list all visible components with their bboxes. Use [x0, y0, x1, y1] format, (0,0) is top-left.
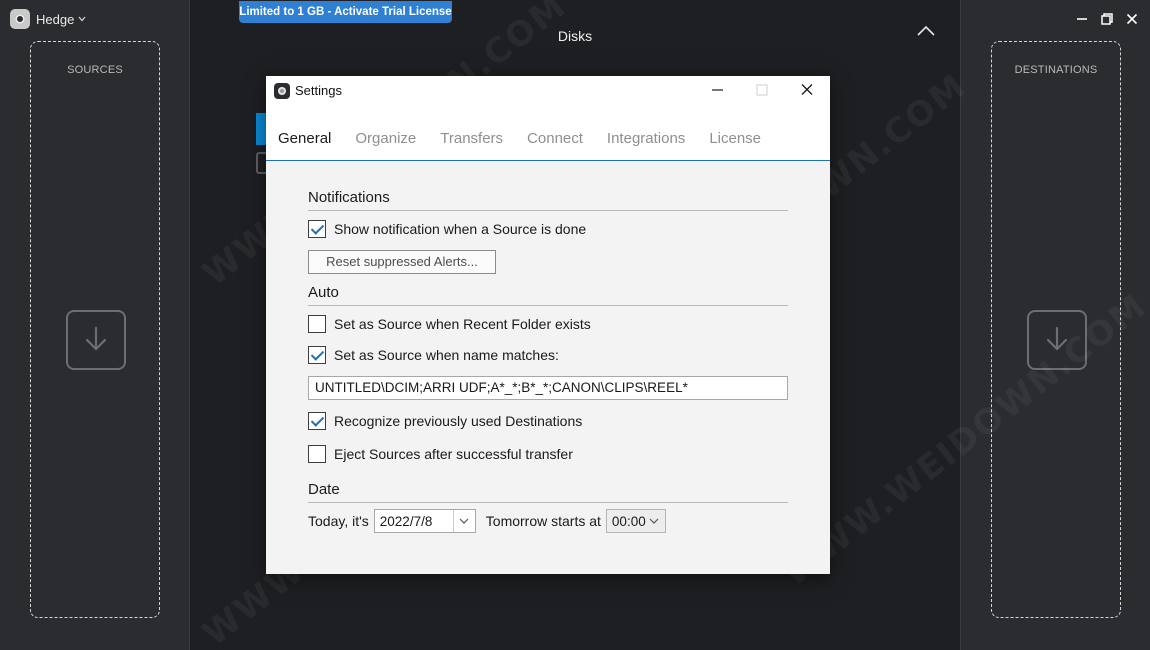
sources-panel: Hedge SOURCES [0, 0, 190, 650]
chevron-down-icon [78, 14, 86, 25]
close-icon[interactable] [1124, 11, 1140, 27]
today-date-picker[interactable]: 2022/7/8 [373, 509, 476, 533]
destinations-panel: DESTINATIONS [960, 0, 1150, 650]
destinations-label: DESTINATIONS [1014, 64, 1098, 76]
recent-folder-label: Set as Source when Recent Folder exists [334, 316, 591, 332]
tab-organize[interactable]: Organize [355, 116, 428, 161]
app-menu[interactable]: Hedge [10, 9, 86, 29]
dialog-title: Settings [295, 83, 342, 98]
tomorrow-time-value: 00:00 [611, 513, 646, 529]
recognize-destinations-option[interactable]: Recognize previously used Destinations [308, 411, 582, 431]
app-name: Hedge [36, 11, 75, 27]
close-icon[interactable] [797, 82, 817, 98]
eject-sources-option[interactable]: Eject Sources after successful transfer [308, 444, 573, 464]
recognize-destinations-checkbox[interactable] [308, 412, 326, 430]
show-notification-checkbox[interactable] [308, 220, 326, 238]
minimize-icon[interactable] [1074, 11, 1090, 27]
reset-alerts-button[interactable]: Reset suppressed Alerts... [308, 250, 496, 274]
maximize-icon [752, 82, 772, 98]
trial-license-banner[interactable]: Limited to 1 GB - Activate Trial License [239, 1, 452, 23]
tomorrow-label: Tomorrow starts at [485, 513, 601, 529]
recent-folder-option[interactable]: Set as Source when Recent Folder exists [308, 314, 591, 334]
today-date-value: 2022/7/8 [379, 513, 433, 529]
windows-logo-icon [256, 113, 266, 145]
auto-heading: Auto [308, 284, 788, 306]
sources-label: SOURCES [67, 64, 123, 76]
settings-dialog: Settings General Organize Transfers Conn… [266, 76, 830, 574]
show-notification-option[interactable]: Show notification when a Source is done [308, 219, 586, 239]
tab-license[interactable]: License [709, 116, 773, 161]
minimize-icon[interactable] [708, 82, 728, 98]
name-matches-label: Set as Source when name matches: [334, 347, 559, 363]
notifications-heading: Notifications [308, 189, 788, 211]
name-matches-option[interactable]: Set as Source when name matches: [308, 345, 559, 365]
date-heading: Date [308, 481, 788, 503]
name-matches-checkbox[interactable] [308, 346, 326, 364]
restore-icon[interactable] [1099, 11, 1115, 27]
date-row: Today, it's 2022/7/8 Tomorrow starts at … [308, 509, 666, 533]
page-title: Disks [557, 28, 593, 44]
dialog-titlebar: Settings [266, 76, 830, 116]
chevron-down-icon[interactable] [643, 510, 665, 532]
window-controls [1074, 11, 1140, 27]
sources-drop-zone[interactable]: SOURCES [30, 41, 160, 618]
destinations-drop-zone[interactable]: DESTINATIONS [991, 41, 1121, 618]
tab-connect[interactable]: Connect [527, 116, 595, 161]
settings-app-icon [274, 83, 290, 99]
hedge-logo-icon [10, 9, 30, 29]
name-pattern-field[interactable]: UNTITLED\DCIM;ARRI UDF;A*_*;B*_*;CANON\C… [308, 376, 788, 400]
download-arrow-icon [1027, 310, 1087, 370]
download-arrow-icon [66, 310, 126, 370]
chevron-down-icon[interactable] [452, 510, 475, 532]
disk-icon [256, 152, 266, 174]
tomorrow-time-select[interactable]: 00:00 [605, 509, 666, 533]
recognize-destinations-label: Recognize previously used Destinations [334, 413, 583, 429]
recent-folder-checkbox[interactable] [308, 315, 326, 333]
today-label: Today, it's [308, 513, 369, 529]
show-notification-label: Show notification when a Source is done [334, 221, 587, 237]
tab-integrations[interactable]: Integrations [607, 116, 697, 161]
tab-general[interactable]: General [278, 116, 343, 161]
tab-transfers[interactable]: Transfers [440, 116, 515, 161]
eject-sources-checkbox[interactable] [308, 445, 326, 463]
eject-sources-label: Eject Sources after successful transfer [334, 446, 573, 462]
chevron-up-icon[interactable] [916, 24, 936, 43]
settings-tabs: General Organize Transfers Connect Integ… [266, 116, 830, 161]
